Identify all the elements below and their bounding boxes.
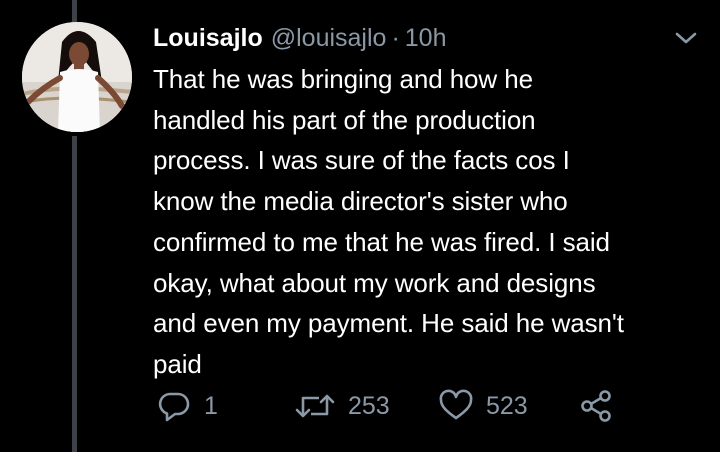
tweet-text-line: That he was bringing and how he bbox=[153, 64, 533, 94]
tweet-text-line: process. I was sure of the facts cos I bbox=[153, 145, 570, 176]
tweet-text-line: know the media director's sister who bbox=[153, 186, 568, 217]
heart-icon bbox=[438, 388, 474, 424]
display-name[interactable]: Louisajlo bbox=[153, 20, 263, 56]
tweet-text: That he was bringing and how he handled … bbox=[153, 59, 705, 385]
share-icon bbox=[578, 388, 614, 424]
retweet-icon bbox=[294, 388, 336, 424]
tweet-text-line: okay, what about my work and designs bbox=[153, 267, 596, 298]
reply-button[interactable]: 1 bbox=[156, 388, 218, 424]
like-count: 523 bbox=[486, 392, 528, 420]
thread-line-top bbox=[72, 0, 77, 22]
user-handle[interactable]: @louisajlo bbox=[271, 20, 387, 56]
timestamp[interactable]: 10h bbox=[405, 20, 447, 56]
share-button[interactable] bbox=[578, 388, 614, 424]
reply-count: 1 bbox=[204, 392, 218, 420]
tweet-text-line: and even my payment. He said he wasn't bbox=[153, 308, 624, 339]
avatar-photo bbox=[22, 22, 132, 132]
tweet-text-line: confirmed to me that he was fired. I sai… bbox=[153, 226, 610, 257]
tweet-text-line: paid bbox=[153, 348, 202, 379]
reply-icon bbox=[156, 388, 192, 424]
header-separator: · bbox=[391, 24, 400, 52]
thread-line-bottom bbox=[72, 136, 77, 452]
retweet-button[interactable]: 253 bbox=[294, 388, 390, 424]
like-button[interactable]: 523 bbox=[438, 388, 528, 424]
tweet-text-line: handled his part of the production bbox=[153, 104, 536, 135]
retweet-count: 253 bbox=[348, 392, 390, 420]
avatar[interactable] bbox=[22, 22, 132, 132]
chevron-down-icon[interactable] bbox=[673, 28, 699, 48]
tweet-header: Louisajlo @louisajlo · 10h bbox=[153, 20, 447, 56]
